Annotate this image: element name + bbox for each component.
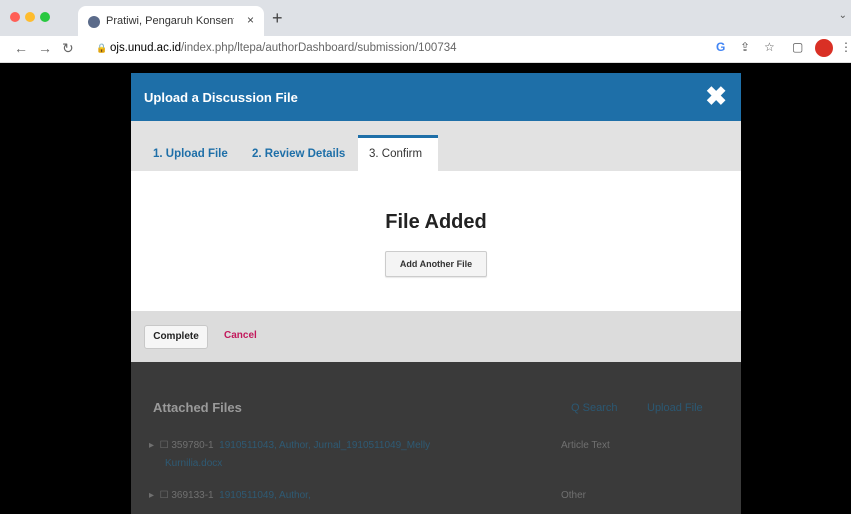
side-panel-icon[interactable]: ▢ xyxy=(792,40,803,54)
close-icon[interactable]: ✖ xyxy=(705,83,727,109)
close-window-icon[interactable] xyxy=(10,12,20,22)
file-added-heading: File Added xyxy=(385,211,487,233)
tab-review-details[interactable]: 2. Review Details xyxy=(236,121,356,171)
tab-title: Pratiwi, Pengaruh Konsentrasi xyxy=(106,15,234,27)
new-tab-icon[interactable]: + xyxy=(272,8,283,29)
share-icon[interactable]: ⇪ xyxy=(740,40,750,54)
file-row-continued[interactable]: Kurnilia.docx xyxy=(149,458,222,469)
attached-files-title: Attached Files xyxy=(153,400,242,415)
upload-discussion-file-modal: Upload a Discussion File ✖ 1. Upload Fil… xyxy=(131,73,741,362)
more-menu-icon[interactable]: ⋮ xyxy=(840,40,851,54)
minimize-window-icon[interactable] xyxy=(25,12,35,22)
lock-icon: 🔒 xyxy=(96,43,108,53)
url-field[interactable]: 🔒 ojs.unud.ac.id/index.php/ltepa/authorD… xyxy=(88,38,848,60)
back-icon[interactable]: ← xyxy=(14,40,28,56)
add-another-file-button[interactable]: Add Another File xyxy=(385,251,487,277)
profile-avatar-icon[interactable] xyxy=(815,39,833,57)
browser-tab-bar: Pratiwi, Pengaruh Konsentrasi × + ⌄ xyxy=(0,0,851,36)
attached-files-panel: Attached Files Q Search Upload File ▸ ☐ … xyxy=(131,362,741,514)
wizard-tabs: 1. Upload File 2. Review Details 3. Conf… xyxy=(131,121,741,174)
modal-header: Upload a Discussion File ✖ xyxy=(131,73,741,121)
modal-body: File Added Add Another File xyxy=(131,171,741,311)
attached-files-search-link[interactable]: Q Search xyxy=(571,402,617,414)
url-path: /index.php/ltepa/authorDashboard/submiss… xyxy=(180,42,457,54)
address-bar: ← → ↻ 🔒 ojs.unud.ac.id/index.php/ltepa/a… xyxy=(0,36,851,63)
file-row[interactable]: ▸ ☐ 369133-1 1910511049, Author, Other xyxy=(149,490,586,501)
tab-upload-file[interactable]: 1. Upload File xyxy=(131,121,236,171)
modal-title: Upload a Discussion File xyxy=(144,90,298,105)
zoom-window-icon[interactable] xyxy=(40,12,50,22)
complete-button[interactable]: Complete xyxy=(144,325,208,349)
attached-files-upload-link[interactable]: Upload File xyxy=(647,402,703,414)
site-favicon-icon xyxy=(88,16,100,28)
tab-search-icon[interactable]: ⌄ xyxy=(839,10,847,21)
reload-icon[interactable]: ↻ xyxy=(62,40,74,57)
browser-tab[interactable]: Pratiwi, Pengaruh Konsentrasi × xyxy=(78,6,264,36)
forward-icon[interactable]: → xyxy=(38,40,52,56)
tab-confirm[interactable]: 3. Confirm xyxy=(358,135,438,174)
cancel-link[interactable]: Cancel xyxy=(224,330,257,341)
file-row[interactable]: ▸ ☐ 359780-1 1910511043, Author, Jurnal_… xyxy=(149,440,610,451)
bookmark-star-icon[interactable]: ☆ xyxy=(764,40,775,54)
url-host: ojs.unud.ac.id xyxy=(110,42,181,54)
modal-footer: Complete Cancel xyxy=(131,311,741,362)
tab-close-icon[interactable]: × xyxy=(247,13,254,27)
google-lens-icon[interactable]: G xyxy=(716,40,725,54)
